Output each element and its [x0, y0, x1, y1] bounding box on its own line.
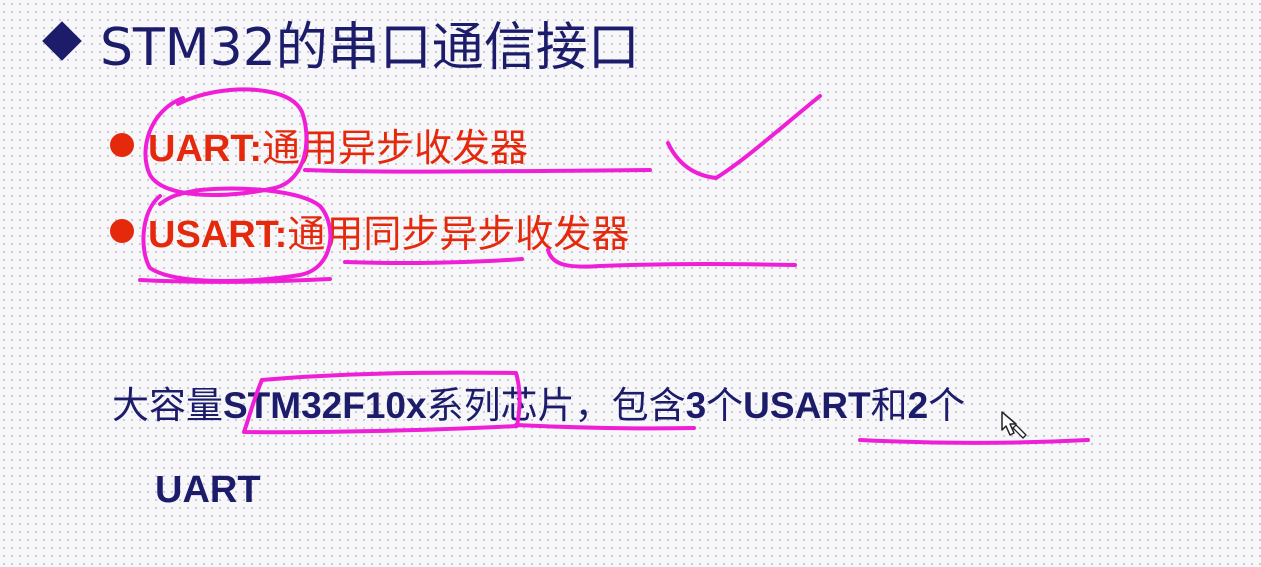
- paragraph-text: 系列芯片，包含: [426, 384, 686, 427]
- paragraph-text: 和: [870, 384, 908, 427]
- bullet-item-uart: UART:通用异步收发器: [110, 120, 528, 177]
- usart-count: 3: [685, 385, 707, 426]
- bullet-term: UART:: [148, 128, 262, 170]
- paragraph-text: 大容量: [112, 384, 223, 427]
- bullet-description: 通用异步收发器: [261, 126, 528, 170]
- slide-title-text: STM32的串口通信接口: [100, 18, 640, 78]
- bullet-term: USART:: [148, 214, 288, 256]
- body-paragraph: 大容量STM32F10x系列芯片，包含3个USART和2个: [112, 378, 965, 434]
- diamond-icon: [42, 21, 82, 61]
- paragraph-text: 个: [706, 384, 744, 427]
- dot-icon: [110, 133, 134, 157]
- paragraph-text: 个: [928, 384, 966, 427]
- bullet-item-usart: USART:通用同步异步收发器: [110, 206, 629, 263]
- slide: STM32的串口通信接口 UART:通用异步收发器 USART:通用同步异步收发…: [0, 0, 1261, 567]
- chip-name: STM32F10x: [223, 385, 427, 426]
- hand-cursor-icon: [1001, 411, 1027, 439]
- usart-label: USART: [743, 385, 871, 426]
- annotation-underline: [138, 277, 332, 284]
- bullet-description: 通用同步异步收发器: [287, 212, 630, 256]
- uart-label: UART: [155, 469, 261, 511]
- uart-count: 2: [907, 385, 929, 426]
- annotation-underline: [858, 438, 1090, 445]
- slide-title: STM32的串口通信接口: [42, 8, 640, 88]
- annotation-checkmark: [666, 94, 822, 180]
- dot-icon: [110, 219, 134, 243]
- body-paragraph-continued: UART: [155, 462, 261, 518]
